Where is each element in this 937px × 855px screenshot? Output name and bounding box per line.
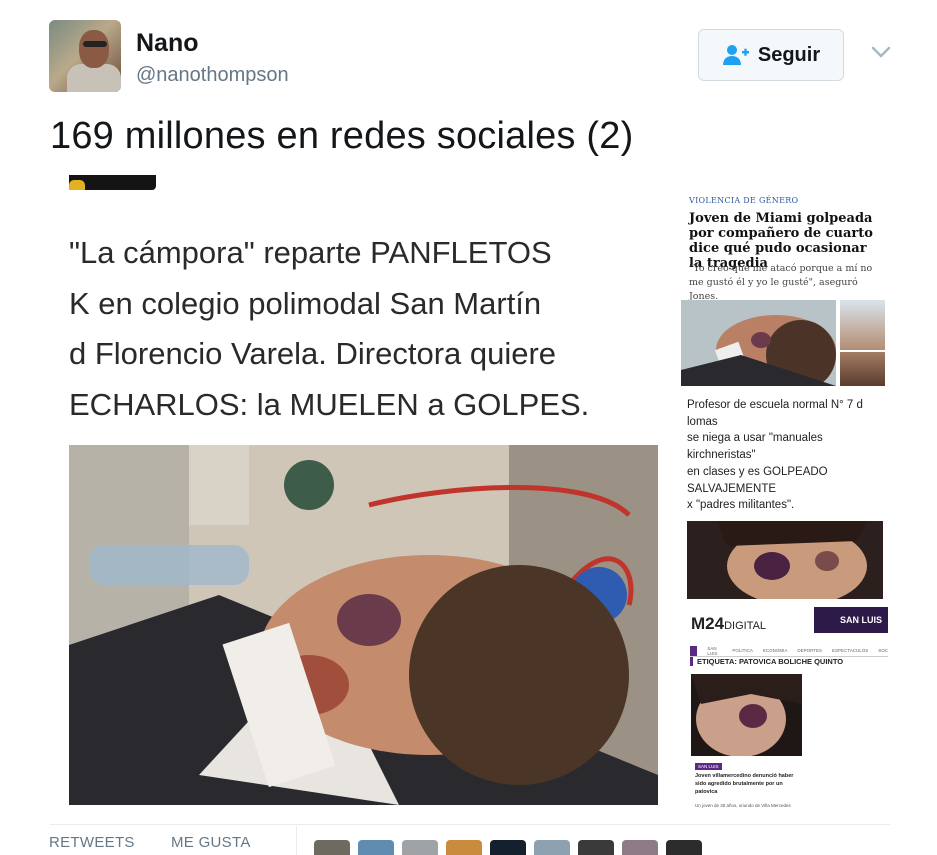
liker-avatars xyxy=(314,840,702,855)
image-text-line: d Florencio Varela. Directora quiere xyxy=(69,336,557,371)
injured-patient-photo[interactable] xyxy=(69,445,658,805)
liker-avatar[interactable] xyxy=(666,840,702,855)
image-left-text: "La cámpora" reparte PANFLETOS K en cole… xyxy=(69,228,669,430)
home-icon xyxy=(690,645,698,656)
nav-item: ECONOMIA xyxy=(762,648,788,653)
user-handle[interactable]: @nanothompson xyxy=(136,64,289,87)
nav-item: POLITICA xyxy=(732,648,753,653)
right-text-line: kirchneristas" xyxy=(687,449,756,462)
divider xyxy=(50,824,890,825)
liker-avatar[interactable] xyxy=(490,840,526,855)
liker-avatar[interactable] xyxy=(622,840,658,855)
nav-item: ESPECTACULOS xyxy=(832,648,869,653)
liker-avatar[interactable] xyxy=(402,840,438,855)
article-category: VIOLENCIA DE GÉNERO xyxy=(689,196,799,205)
image-text-line: "La cámpora" reparte PANFLETOS xyxy=(69,235,552,270)
liker-avatar[interactable] xyxy=(534,840,570,855)
user-avatar[interactable] xyxy=(49,20,121,92)
liker-avatar[interactable] xyxy=(358,840,394,855)
article-quote: "Yo creo que me atacó porque a mí no me … xyxy=(689,263,873,302)
nav-item: SAN LUIS xyxy=(707,645,718,656)
likes-label[interactable]: ME GUSTA xyxy=(171,834,251,851)
nav-item: SOC xyxy=(878,648,888,653)
site-nav: SAN LUIS POLITICA ECONOMIA DEPORTES ESPE… xyxy=(690,645,888,657)
right-text-line: SALVAJEMENTE xyxy=(687,482,777,495)
liker-avatar[interactable] xyxy=(446,840,482,855)
man-portrait xyxy=(840,352,885,386)
retweets-label[interactable]: RETWEETS xyxy=(49,834,135,851)
vertical-divider xyxy=(296,826,297,855)
bruised-face-photo xyxy=(687,521,883,599)
image-right-text: Profesor de escuela normal N° 7 d lomas … xyxy=(687,397,887,514)
bruised-face-photo-2 xyxy=(691,674,802,756)
add-user-icon xyxy=(722,45,749,65)
image-text-line: K en colegio polimodal San Martín xyxy=(69,285,542,321)
article-snippet: Un joven de 30 años, oriundo de Villa Me… xyxy=(695,803,791,808)
follow-label: Seguir xyxy=(757,43,821,66)
liker-avatar[interactable] xyxy=(314,840,350,855)
tweet-text: 169 millones en redes sociales (2) xyxy=(50,115,634,157)
right-text-line: en clases y es GOLPEADO xyxy=(687,465,828,478)
nav-item: DEPORTES xyxy=(797,648,823,653)
m24-logo: M24DIGITAL xyxy=(691,614,767,633)
image-text-line: ECHARLOS: la MUELEN a GOLPES. xyxy=(69,386,590,422)
hospital-photo-small xyxy=(681,300,836,386)
woman-portrait xyxy=(840,300,885,350)
san-luis-badge: SAN LUIS xyxy=(814,607,888,633)
article-subheadline: Joven villamercedino denunció haber sido… xyxy=(695,773,794,795)
user-name[interactable]: Nano xyxy=(136,29,199,58)
liker-avatar[interactable] xyxy=(578,840,614,855)
right-text-line: se niega a usar "manuales xyxy=(687,432,823,445)
right-text-line: x "padres militantes". xyxy=(687,499,795,512)
region-tag: SAN LUIS xyxy=(695,763,722,770)
right-text-line: Profesor de escuela normal N° 7 d xyxy=(687,399,863,411)
follow-button[interactable]: Seguir xyxy=(698,29,844,81)
right-text-line: lomas xyxy=(687,415,718,428)
chevron-down-icon[interactable] xyxy=(870,44,892,60)
tag-heading: ETIQUETA: PATOVICA BOLICHE QUINTO xyxy=(690,657,888,666)
cropped-logo-bar xyxy=(69,175,156,190)
photo-illustration xyxy=(69,445,658,805)
